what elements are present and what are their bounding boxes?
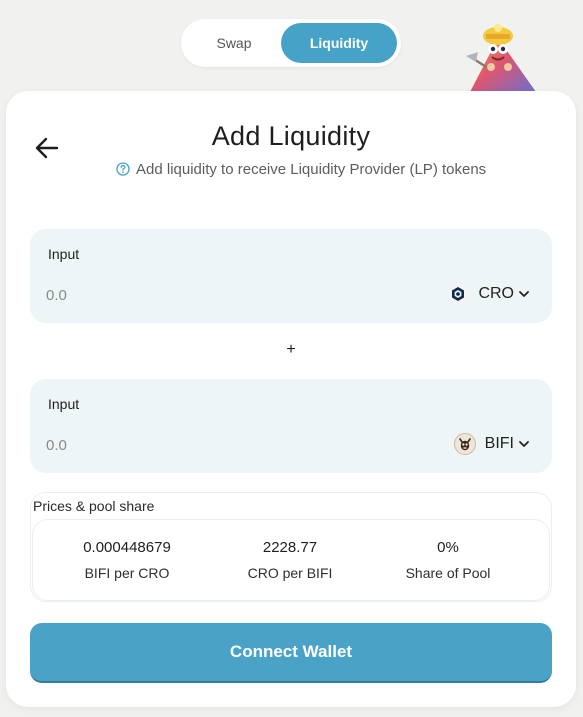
token-name: BIFI [484, 435, 514, 452]
tab-swap[interactable]: Swap [187, 23, 281, 63]
stat-cro-per-bifi: 2228.77 CRO per BIFI [215, 539, 365, 581]
chevron-down-icon [519, 291, 529, 297]
subtitle: Add liquidity to receive Liquidity Provi… [116, 160, 486, 178]
input-label: Input [48, 246, 80, 262]
chevron-down-icon [519, 441, 529, 447]
page-title: Add Liquidity [211, 121, 371, 151]
stat-share-of-pool: 0% Share of Pool [373, 539, 523, 581]
stat-value: 0% [437, 539, 459, 556]
subtitle-text: Add liquidity to receive Liquidity Provi… [136, 160, 487, 178]
token-input-2: Input BIFI [30, 379, 552, 473]
amount-input-1[interactable] [46, 283, 246, 307]
stat-bifi-per-cro: 0.000448679 BIFI per CRO [52, 539, 202, 581]
plus-sign: + [286, 341, 296, 358]
stat-value: 0.000448679 [83, 539, 171, 556]
token-input-1: Input CRO [30, 229, 552, 323]
input-label: Input [48, 396, 80, 412]
bifi-token-icon [453, 433, 476, 455]
pool-share-title: Prices & pool share [33, 498, 155, 514]
add-liquidity-card: Add Liquidity Add liquidity to receive L… [6, 91, 576, 707]
amount-input-2[interactable] [46, 433, 246, 457]
question-circle-icon[interactable] [116, 162, 130, 176]
tab-liquidity[interactable]: Liquidity [281, 23, 397, 63]
stat-value: 2228.77 [262, 539, 318, 556]
stat-caption: CRO per BIFI [247, 565, 333, 581]
token-name: CRO [478, 285, 514, 302]
token-select-bifi[interactable]: BIFI [453, 431, 530, 457]
stat-caption: BIFI per CRO [84, 565, 170, 581]
token-select-cro[interactable]: CRO [447, 281, 530, 307]
cro-token-icon [447, 283, 470, 305]
page: Swap Liquidity Add Liquidity Add liquidi… [0, 0, 583, 717]
stat-caption: Share of Pool [405, 565, 491, 581]
swap-liquidity-toggle: Swap Liquidity [181, 19, 401, 67]
connect-wallet-button[interactable]: Connect Wallet [30, 623, 552, 683]
miner-cone-mascot-icon [466, 24, 536, 92]
